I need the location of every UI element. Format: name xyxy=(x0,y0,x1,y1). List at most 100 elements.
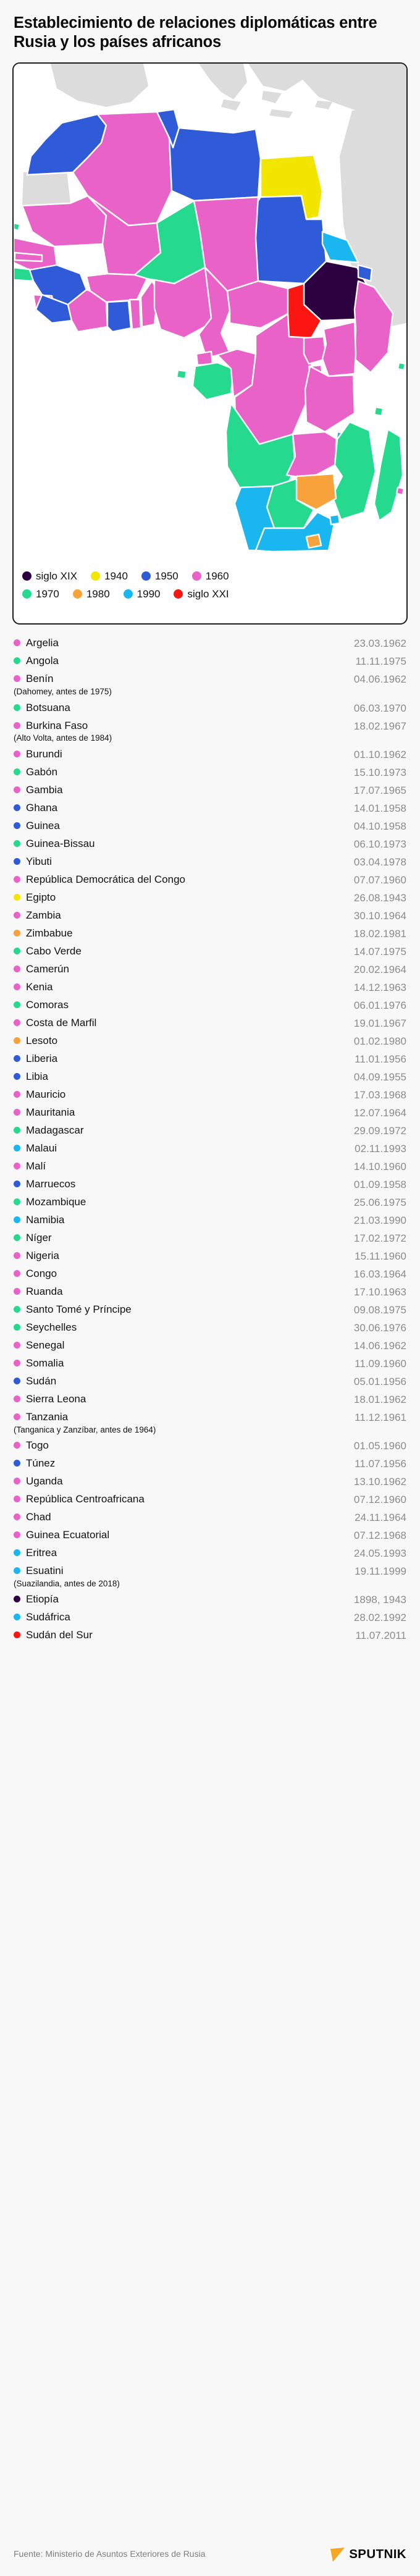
country-row: Gambia 17.07.1965 xyxy=(14,781,406,799)
country-row-left: Congo xyxy=(14,1267,57,1281)
country-gabon xyxy=(191,362,235,401)
country-name: Namibia xyxy=(26,1213,65,1226)
country-row-left: Guinea-Bissau xyxy=(14,837,95,851)
relations-date: 14.07.1975 xyxy=(353,945,406,958)
country-row-left: Sudáfrica xyxy=(14,1610,70,1624)
country-libya xyxy=(168,127,262,202)
legend-item-1990: 1990 xyxy=(123,588,161,600)
country-name: Libia xyxy=(26,1070,48,1082)
land-europe-iberia xyxy=(51,64,148,107)
country-color-dot-icon xyxy=(14,639,20,647)
country-color-dot-icon xyxy=(14,1323,20,1331)
country-row-left: Togo xyxy=(14,1439,49,1452)
country-row: Ghana 14.01.1958 xyxy=(14,799,406,817)
country-row: Esuatini (Suazilandia, antes de 2018) 19.1… xyxy=(14,1562,406,1591)
country-name: Gambia xyxy=(26,783,63,796)
infographic-page: Establecimiento de relaciones diplomátic… xyxy=(0,0,420,2576)
relations-date: 17.03.1968 xyxy=(353,1088,406,1101)
relations-date: 06.01.1976 xyxy=(353,999,406,1011)
country-name: Camerún xyxy=(26,962,69,975)
country-row-left: Mauritania xyxy=(14,1106,75,1119)
relations-date: 11.07.2011 xyxy=(355,1630,406,1642)
country-name: Sudáfrica xyxy=(26,1611,70,1623)
country-row-left: Santo Tomé y Príncipe xyxy=(14,1303,132,1316)
country-names: Sierra Leona xyxy=(26,1392,86,1406)
country-color-dot-icon xyxy=(14,657,20,665)
relations-date: 01.10.1962 xyxy=(353,748,406,760)
relations-date: 11.07.1956 xyxy=(355,1458,406,1470)
country-row: Camerún 20.02.1964 xyxy=(14,961,406,979)
country-names: Malí xyxy=(26,1160,46,1173)
country-names: Esuatini (Suazilandia, antes de 2018) xyxy=(14,1564,120,1589)
country-row: Liberia 11.01.1956 xyxy=(14,1050,406,1068)
country-color-dot-icon xyxy=(14,911,20,919)
country-name: Argelia xyxy=(26,637,59,649)
country-row-left: Libia xyxy=(14,1070,48,1084)
relations-date: 12.07.1964 xyxy=(353,1106,406,1119)
relations-date: 21.03.1990 xyxy=(353,1214,406,1226)
country-name: Malí xyxy=(26,1160,46,1172)
country-names: Guinea Ecuatorial xyxy=(26,1528,109,1542)
country-row-left: Liberia xyxy=(14,1052,57,1066)
country-names: Sudán xyxy=(26,1374,56,1388)
country-names: Liberia xyxy=(26,1052,57,1066)
relations-date: 18.01.1962 xyxy=(353,1393,406,1405)
country-color-dot-icon xyxy=(14,965,20,972)
country-name: Guinea xyxy=(26,819,60,831)
country-color-dot-icon xyxy=(14,804,20,811)
country-names: Mauritania xyxy=(26,1106,75,1119)
country-row-left: Angola xyxy=(14,654,59,668)
legend-label: 1990 xyxy=(136,588,161,600)
country-row: Etiopía 1898, 1943 xyxy=(14,1591,406,1609)
country-names: Gabón xyxy=(26,765,57,779)
country-color-dot-icon xyxy=(14,1162,20,1169)
country-name: Guinea-Bissau xyxy=(26,837,95,849)
country-row: Seychelles 30.06.1976 xyxy=(14,1319,406,1337)
country-color-dot-icon xyxy=(14,1144,20,1151)
country-names: Lesoto xyxy=(26,1034,57,1048)
country-row: Togo 01.05.1960 xyxy=(14,1437,406,1455)
country-name: Nigeria xyxy=(26,1249,59,1261)
country-row-left: Sudán del Sur xyxy=(14,1628,93,1642)
country-row-left: Burkina Faso (Alto Volta, antes de 1984) xyxy=(14,719,112,744)
relations-date: 14.01.1958 xyxy=(353,802,406,814)
country-name: Sudán del Sur xyxy=(26,1629,93,1641)
legend-label: siglo XXI xyxy=(187,588,229,600)
country-row: Santo Tomé y Príncipe 09.08.1975 xyxy=(14,1301,406,1319)
country-name: Eritrea xyxy=(26,1547,57,1559)
legend-dot-icon xyxy=(123,589,133,599)
country-color-dot-icon xyxy=(14,722,20,729)
legend-label: 1960 xyxy=(205,570,229,583)
relations-date: 04.06.1962 xyxy=(353,673,406,686)
country-row: Zimbabue 18.02.1981 xyxy=(14,925,406,943)
country-color-dot-icon xyxy=(14,1234,20,1241)
country-name: República Democrática del Congo xyxy=(26,873,185,885)
country-color-dot-icon xyxy=(14,1216,20,1223)
country-names: Etiopía xyxy=(26,1593,59,1606)
country-row: Botsuana 06.03.1970 xyxy=(14,699,406,717)
country-row: Malí 14.10.1960 xyxy=(14,1158,406,1176)
country-row-left: Zimbabue xyxy=(14,927,73,940)
country-equatorial-guinea xyxy=(195,351,214,366)
country-row: Uganda 13.10.1962 xyxy=(14,1473,406,1491)
country-row: Marruecos 01.09.1958 xyxy=(14,1176,406,1193)
sputnik-logo: SPUTNIK xyxy=(329,2545,406,2564)
country-list: Argelia 23.03.1962 Angola 11.11.1975 Benín (D… xyxy=(12,634,408,2528)
country-color-dot-icon xyxy=(14,893,20,901)
country-name: Gabón xyxy=(26,765,58,778)
legend-row-2: 1970 1980 1990 siglo XXI xyxy=(22,589,398,599)
legend-dot-icon xyxy=(191,571,201,581)
country-row-left: República Centroafricana xyxy=(14,1492,145,1506)
country-name: Chad xyxy=(26,1511,51,1523)
country-row-left: Kenia xyxy=(14,980,52,994)
country-name: Mauritania xyxy=(26,1106,75,1118)
country-name: Sudán xyxy=(26,1374,57,1387)
country-name: Burundi xyxy=(26,747,62,760)
country-names: Malaui xyxy=(26,1142,57,1155)
country-row: Costa de Marfil 19.01.1967 xyxy=(14,1014,406,1032)
country-tanzania xyxy=(304,366,356,433)
country-name: Comoras xyxy=(26,998,69,1011)
legend-dot-icon xyxy=(22,571,32,581)
legend-dot-icon xyxy=(72,589,82,599)
relations-date: 04.09.1955 xyxy=(353,1071,406,1083)
